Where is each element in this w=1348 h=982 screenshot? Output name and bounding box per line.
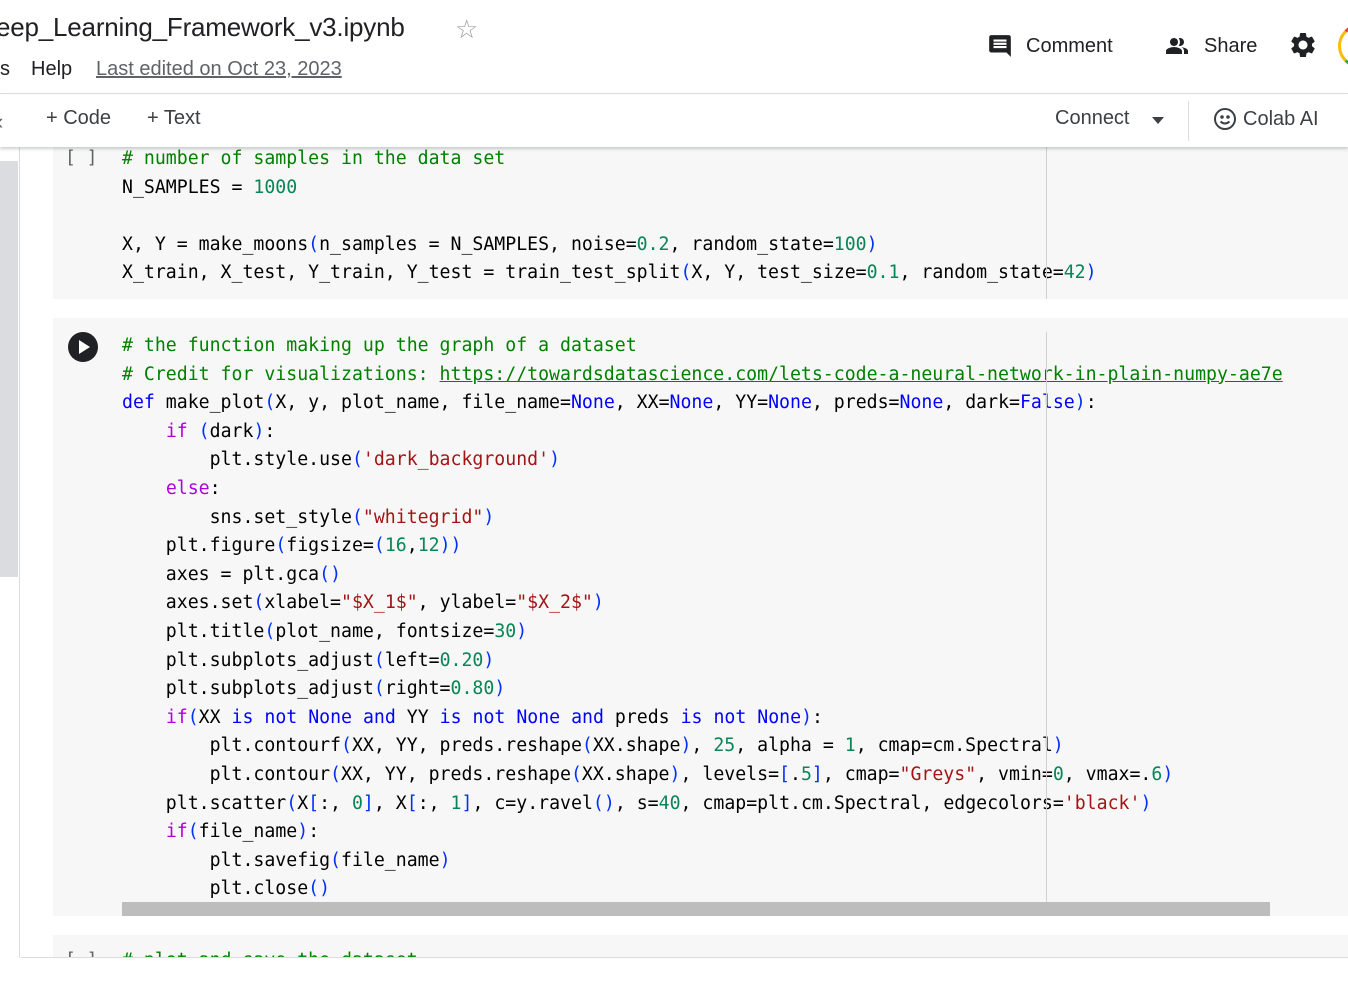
notebook-cells: [ ] # number of samples in the data set N… [21,147,1348,958]
code-line: X_train, X_test, Y_train, Y_test = train… [122,262,1097,284]
horizontal-scrollbar[interactable] [122,902,1270,916]
notebook-title[interactable]: eep_Learning_Framework_v3.ipynb [0,12,405,43]
line-length-ruler [1046,332,1047,916]
add-code-button[interactable]: + Code [46,107,111,130]
code-line: def make_plot(X, y, plot_name, file_name… [122,392,1097,414]
left-rail [0,147,20,958]
code-line: # number of samples in the data set [122,148,506,169]
connect-dropdown-icon[interactable] [1152,117,1164,124]
code-line: plt.figure(figsize=(16,12)) [122,535,462,557]
code-line: plt.close() [122,878,331,900]
code-line: X, Y = make_moons(n_samples = N_SAMPLES,… [122,233,878,255]
comment-button[interactable]: Comment [986,30,1113,62]
code-cell[interactable]: [ ] # number of samples in the data set N… [53,147,1348,299]
line-length-ruler [1046,147,1047,299]
collapse-sidebar-icon[interactable]: ‹ [0,109,3,135]
settings-button[interactable] [1288,30,1318,60]
code-cell[interactable]: # the function making up the graph of a … [53,318,1348,916]
code-line: axes.set(xlabel="$X_1$", ylabel="$X_2$") [122,592,604,614]
account-avatar[interactable] [1338,24,1348,68]
last-edited-link[interactable]: Last edited on Oct 23, 2023 [96,58,342,81]
gear-icon [1291,32,1315,57]
colab-ai-button[interactable]: Colab AI [1213,107,1319,131]
menu-item-help[interactable]: Help [31,58,72,81]
colab-ai-icon [1214,108,1236,130]
code-line: plt.title(plot_name, fontsize=30) [122,620,528,642]
share-button[interactable]: Share [1162,30,1257,62]
notebook-header: eep_Learning_Framework_v3.ipynb ☆ s Help… [0,0,1348,94]
connect-button[interactable]: Connect [1055,107,1130,130]
code-line: axes = plt.gca() [122,563,342,585]
code-line: plt.style.use('dark_background') [122,449,561,471]
notebook-toolbar: ‹ + Code + Text Connect Colab AI [0,95,1348,147]
code-line: # the function making up the graph of a … [122,335,637,356]
divider [21,957,1348,958]
code-line: sns.set_style("whitegrid") [122,506,495,528]
code-cell[interactable]: [ ] # plot and save the dataset [53,935,1348,958]
add-text-button[interactable]: + Text [147,107,201,130]
colab-ai-label: Colab AI [1243,107,1319,130]
comment-label: Comment [1026,34,1113,57]
run-cell-icon[interactable] [68,332,98,362]
code-line: plt.scatter(X[:, 0], X[:, 1], c=y.ravel(… [122,792,1152,814]
share-people-icon [1166,38,1188,54]
code-editor[interactable]: # the function making up the graph of a … [122,332,1283,904]
share-label: Share [1204,34,1258,57]
code-line: else: [165,477,221,499]
toolbar-divider [1188,101,1189,141]
execution-count: [ ] [65,147,98,168]
left-rail-scrollbar[interactable] [0,161,18,577]
code-line: plt.contour(XX, YY, preds.reshape(XX.sha… [122,763,1174,785]
code-line: N_SAMPLES = 1000 [122,176,298,198]
code-line: if (dark): [165,420,276,442]
menu-item-tools[interactable]: s [0,58,10,81]
comment-icon [989,35,1011,57]
code-line: ​ [122,202,1097,231]
code-line: # Credit for visualizations: https://tow… [122,363,1283,385]
star-icon[interactable]: ☆ [455,14,478,45]
code-line: if(file_name): [165,821,320,843]
code-editor[interactable]: # number of samples in the data set N_SAM… [122,147,1097,288]
code-line: plt.contourf(XX, YY, preds.reshape(XX.sh… [122,735,1064,757]
code-line: plt.savefig(file_name) [122,849,451,871]
code-line: if(XX is not None and YY is not None and… [165,706,823,728]
code-line: plt.subplots_adjust(left=0.20) [122,649,495,671]
code-line: plt.subplots_adjust(right=0.80) [122,678,506,700]
